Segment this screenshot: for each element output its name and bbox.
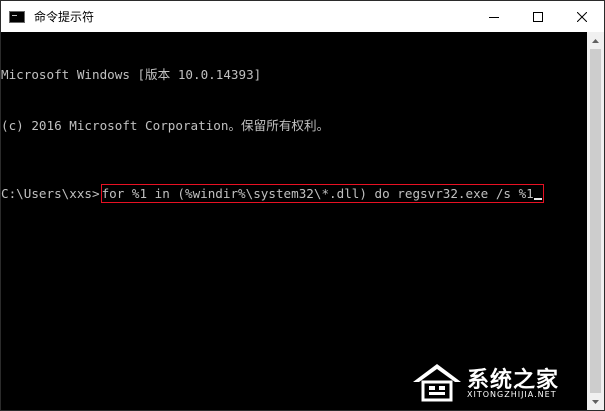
close-button[interactable] bbox=[560, 1, 604, 32]
command-text: for %1 in (%windir%\system32\*.dll) do r… bbox=[101, 186, 534, 201]
text-cursor bbox=[533, 198, 542, 200]
console-line-copyright: (c) 2016 Microsoft Corporation。保留所有权利。 bbox=[1, 118, 330, 133]
maximize-icon bbox=[533, 11, 543, 22]
scroll-up-button[interactable] bbox=[587, 32, 604, 49]
site-watermark: 系统之家 XITONGZHIJIA.NET bbox=[409, 358, 584, 406]
console-prompt-line: C:\Users\xxs> for %1 in (%windir%\system3… bbox=[1, 184, 587, 203]
watermark-subtext: XITONGZHIJIA.NET bbox=[467, 390, 557, 399]
maximize-button[interactable] bbox=[516, 1, 560, 32]
window-controls bbox=[472, 1, 604, 32]
highlighted-command[interactable]: for %1 in (%windir%\system32\*.dll) do r… bbox=[100, 184, 544, 203]
console-output[interactable]: Microsoft Windows [版本 10.0.14393] (c) 20… bbox=[1, 32, 587, 410]
minimize-icon bbox=[489, 16, 499, 18]
command-prompt-window: 命令提示符 Microsoft Windows [版本 10.0.14393] … bbox=[0, 0, 605, 411]
vertical-scrollbar[interactable] bbox=[587, 32, 604, 410]
close-icon bbox=[577, 11, 587, 22]
console-prompt: C:\Users\xxs> bbox=[1, 186, 100, 201]
window-title: 命令提示符 bbox=[34, 10, 95, 24]
minimize-button[interactable] bbox=[472, 1, 516, 32]
console-app-icon bbox=[9, 10, 25, 23]
scroll-down-icon bbox=[592, 399, 599, 404]
title-bar[interactable]: 命令提示符 bbox=[1, 1, 604, 32]
scrollbar-thumb[interactable] bbox=[590, 49, 601, 393]
console-line-version: Microsoft Windows [版本 10.0.14393] bbox=[1, 67, 262, 82]
house-logo-icon bbox=[413, 364, 461, 402]
scroll-down-button[interactable] bbox=[587, 393, 604, 410]
scroll-up-icon bbox=[592, 38, 599, 43]
